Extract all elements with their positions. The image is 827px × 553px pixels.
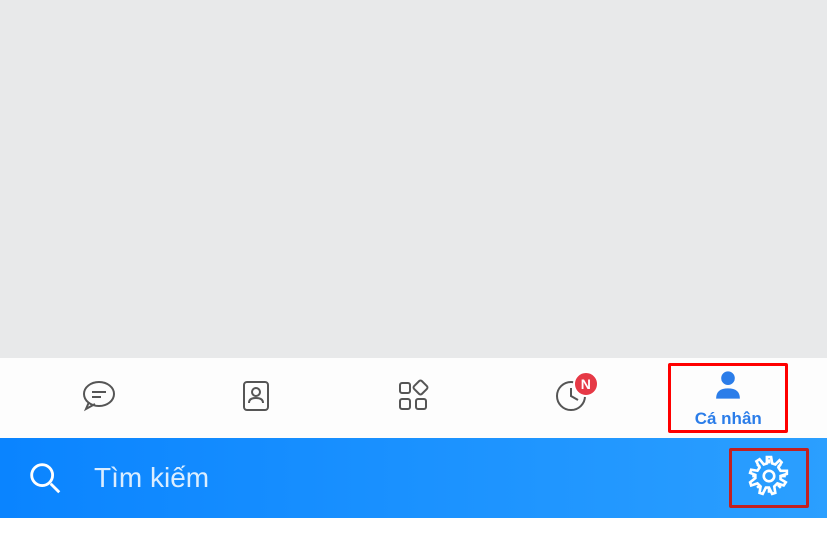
chat-icon <box>79 376 119 421</box>
nav-profile-label: Cá nhân <box>695 409 762 429</box>
nav-item-discover[interactable] <box>353 363 473 433</box>
search-icon[interactable] <box>26 459 64 497</box>
nav-item-contacts[interactable] <box>196 363 316 433</box>
nav-item-messages[interactable] <box>39 363 159 433</box>
content-area <box>0 0 827 358</box>
contact-icon <box>236 376 276 421</box>
notification-badge: N <box>573 371 599 397</box>
bottom-area <box>0 518 827 553</box>
search-input[interactable]: Tìm kiếm <box>94 462 729 494</box>
gear-icon <box>748 455 790 502</box>
profile-icon <box>711 368 745 407</box>
nav-item-timeline[interactable]: N <box>511 363 631 433</box>
apps-icon <box>393 376 433 421</box>
bottom-nav: N Cá nhân <box>0 358 827 438</box>
nav-item-profile[interactable]: Cá nhân <box>668 363 788 433</box>
settings-button[interactable] <box>729 448 809 508</box>
search-bar: Tìm kiếm <box>0 438 827 518</box>
